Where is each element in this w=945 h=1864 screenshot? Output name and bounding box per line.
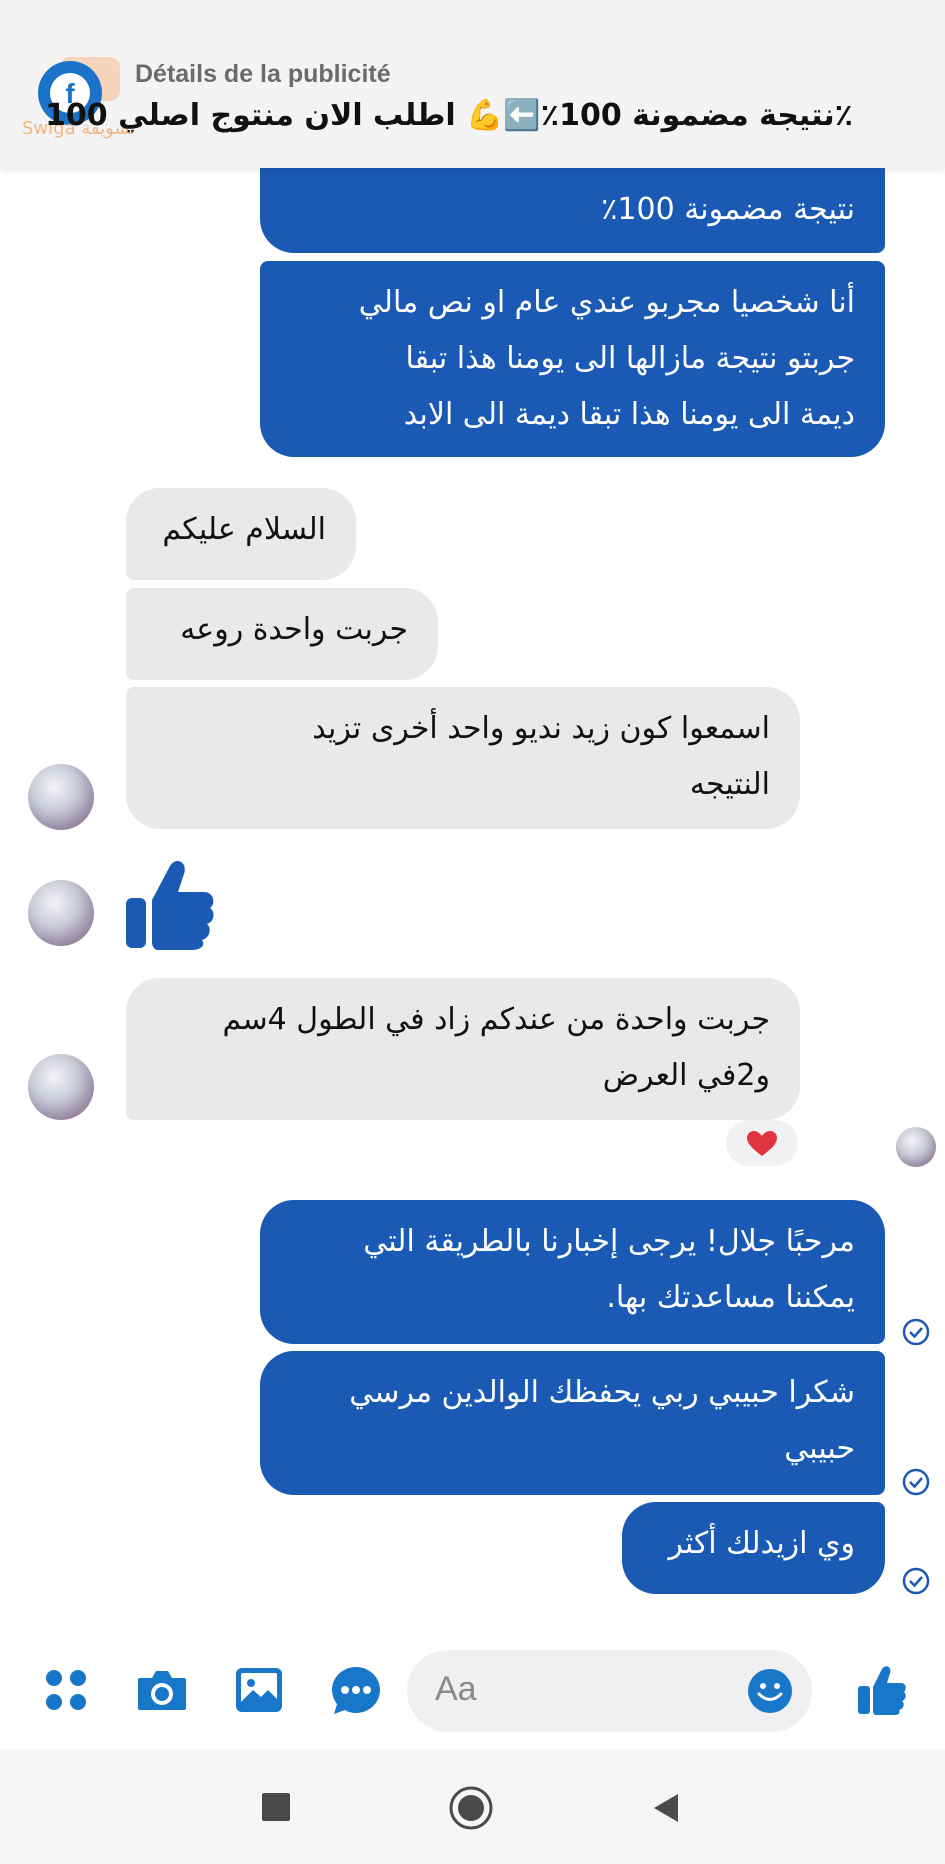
contact-avatar[interactable]: [28, 1054, 94, 1120]
seen-avatar: [896, 1127, 936, 1167]
message-text-line: مرحبًا جلال! يرجى إخبارنا بالطريقة التي: [363, 1224, 855, 1259]
message-text-line: النتيجه: [689, 767, 770, 802]
message-text-line: و2في العرض: [602, 1058, 770, 1093]
like-sticker-icon[interactable]: [124, 858, 214, 950]
delivered-check-icon: [902, 1567, 930, 1595]
back-icon[interactable]: [652, 1792, 680, 1824]
ad-text: ٪نتيجة مضمونة 100٪⬅️💪 اطلب الان منتوج اص…: [45, 98, 853, 133]
message-outgoing[interactable]: وي ازيدلك أكثر: [622, 1502, 885, 1594]
delivered-check-icon: [902, 1468, 930, 1496]
like-icon[interactable]: [856, 1664, 906, 1716]
delivered-check-icon: [902, 1318, 930, 1346]
ad-title: Détails de la publicité: [135, 60, 391, 88]
message-text: وي ازيدلك أكثر: [668, 1526, 855, 1561]
message-outgoing[interactable]: شكرا حبيبي ربي يحفظك الوالدين مرسي حبيبي: [260, 1351, 885, 1495]
recent-apps-icon[interactable]: [262, 1793, 290, 1821]
message-incoming[interactable]: اسمعوا كون زيد نديو واحد أخرى تزيد النتي…: [126, 687, 800, 829]
message-text: نتيجة مضمونة 100٪: [601, 192, 855, 227]
message-outgoing[interactable]: أنا شخصيا مجربو عندي عام او نص مالي جربت…: [260, 261, 885, 457]
message-incoming[interactable]: جربت واحدة من عندكم زاد في الطول 4سم و2ف…: [126, 978, 800, 1120]
message-text-line: حبيبي: [784, 1431, 855, 1466]
voice-chat-icon[interactable]: [330, 1665, 382, 1717]
message-text-line: جربتو نتيجة مازالها الى يومنا هذا تبقا: [405, 341, 855, 376]
message-input-placeholder: Aa: [435, 1670, 477, 1708]
message-text-line: جربت واحدة من عندكم زاد في الطول 4سم: [222, 1002, 770, 1037]
message-text-line: ديمة الى يومنا هذا تبقا ديمة الى الابد: [403, 397, 855, 432]
ad-details-header[interactable]: f Swiga تسويقة Détails de la publicité ٪…: [0, 0, 945, 168]
message-input[interactable]: Aa: [407, 1650, 812, 1732]
message-text-line: شكرا حبيبي ربي يحفظك الوالدين مرسي: [349, 1375, 855, 1410]
system-navigation-bar: [0, 1750, 945, 1864]
reaction-badge[interactable]: [726, 1120, 798, 1166]
message-outgoing[interactable]: مرحبًا جلال! يرجى إخبارنا بالطريقة التي …: [260, 1200, 885, 1344]
gallery-icon[interactable]: [234, 1666, 284, 1714]
message-text-line: اسمعوا كون زيد نديو واحد أخرى تزيد: [312, 711, 770, 746]
home-icon[interactable]: [448, 1785, 494, 1831]
message-incoming[interactable]: السلام عليكم: [126, 488, 356, 580]
heart-icon: [747, 1131, 777, 1156]
camera-icon[interactable]: [136, 1668, 188, 1712]
contact-avatar[interactable]: [28, 764, 94, 830]
message-text-line: أنا شخصيا مجربو عندي عام او نص مالي: [358, 285, 855, 320]
message-text: جربت واحدة روعه: [180, 612, 408, 647]
contact-avatar[interactable]: [28, 880, 94, 946]
emoji-icon[interactable]: [746, 1667, 794, 1715]
conversation: نتيجة مضمونة 100٪ أنا شخصيا مجربو عندي ع…: [0, 0, 945, 1640]
message-text-line: يمكننا مساعدتك بها.: [606, 1280, 855, 1315]
apps-icon[interactable]: [44, 1668, 88, 1712]
message-text: السلام عليكم: [162, 512, 326, 547]
message-incoming[interactable]: جربت واحدة روعه: [126, 588, 438, 680]
